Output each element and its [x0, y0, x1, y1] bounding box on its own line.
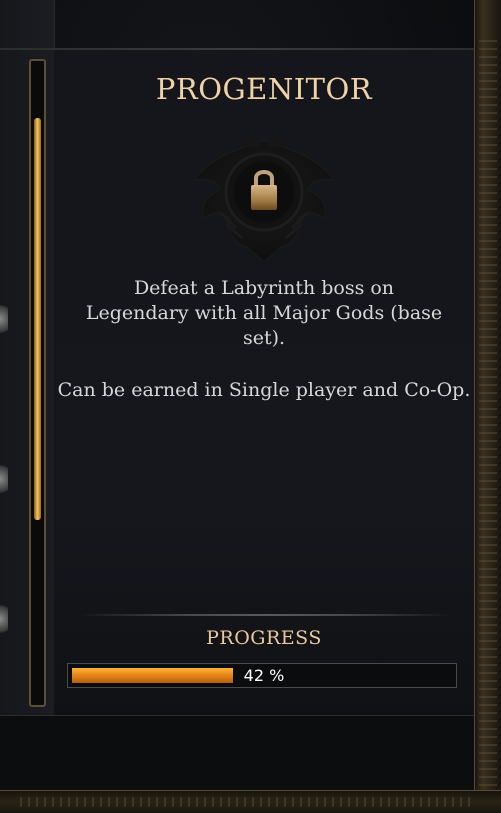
- achievement-list-panel: [0, 0, 55, 715]
- achievement-detail-panel: PROGENITOR Defeat a Labyrinth boss on Le…: [54, 50, 474, 715]
- progress-percent: 42 %: [243, 666, 285, 685]
- achievement-title: PROGENITOR: [155, 72, 373, 106]
- achievement-description: Defeat a Labyrinth boss on Legendary wit…: [85, 277, 443, 349]
- bottom-frame-border: [0, 790, 501, 813]
- achievement-description-block: Defeat a Labyrinth boss on Legendary wit…: [54, 276, 474, 403]
- bottom-strip: [0, 715, 474, 791]
- achievement-availability: Can be earned in Single player and Co-Op…: [57, 379, 471, 401]
- progress-separator: [78, 614, 454, 616]
- border-ornament: [479, 40, 497, 800]
- list-item-icon[interactable]: [0, 460, 8, 498]
- list-item-icon[interactable]: [0, 600, 8, 638]
- border-ornament: [20, 797, 471, 807]
- progress-label: PROGRESS: [206, 627, 322, 649]
- scrollbar-thumb[interactable]: [34, 118, 41, 520]
- right-frame-border: [474, 0, 501, 812]
- winged-crest-emblem-icon: [192, 124, 336, 263]
- list-item-icon[interactable]: [0, 300, 8, 338]
- progress-bar: 42 %: [67, 663, 457, 688]
- list-scrollbar[interactable]: [29, 59, 46, 707]
